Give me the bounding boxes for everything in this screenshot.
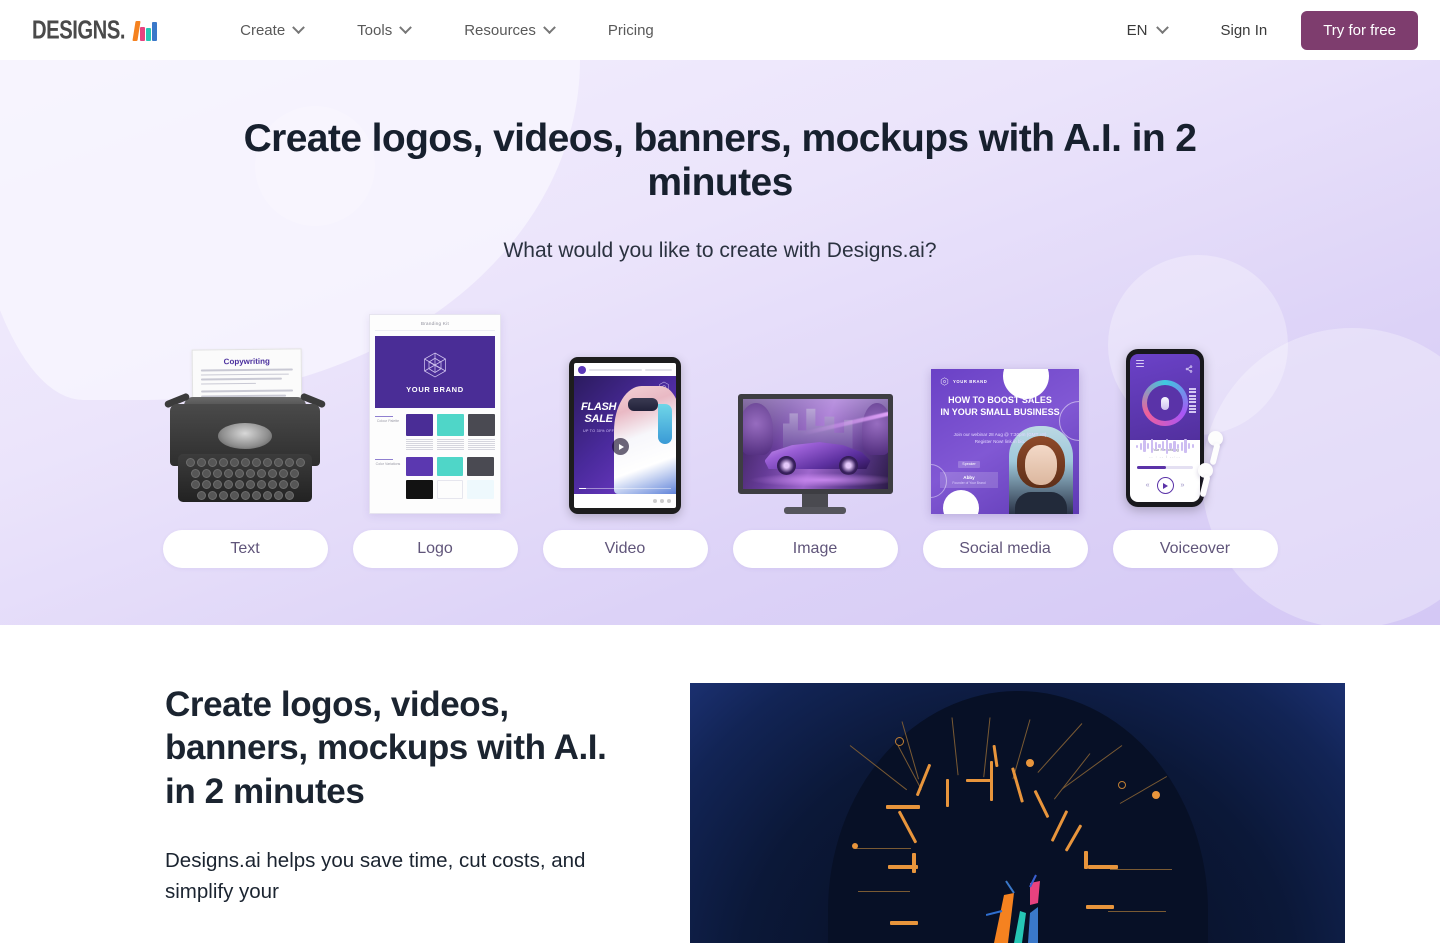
main-navigation: Create Tools Resources Pricing xyxy=(213,20,681,39)
chevron-down-icon xyxy=(1155,20,1169,34)
category-label: Image xyxy=(792,540,838,558)
post-headline: HOW TO BOOST SALES IN YOUR SMALL BUSINES… xyxy=(940,395,1060,417)
promo-sub: UP TO 30% OFF xyxy=(583,429,615,434)
nav-label: Resources xyxy=(464,21,536,39)
nav-item-resources[interactable]: Resources xyxy=(437,20,581,39)
playback-progress[interactable] xyxy=(1137,466,1193,470)
play-icon[interactable] xyxy=(1156,477,1174,495)
nav-item-create[interactable]: Create xyxy=(213,20,330,39)
hero-title: Create logos, videos, banners, mockups w… xyxy=(243,117,1197,205)
earbud-icon xyxy=(1208,431,1223,447)
branding-kit-thumbnail: Branding Kit YOUR BRAND Colour Palette C… xyxy=(340,309,530,515)
ai-circuit-illustration xyxy=(690,683,1345,943)
brand-hexagon-icon xyxy=(420,350,450,380)
avatar xyxy=(578,365,586,374)
variations-label: Color Variations xyxy=(375,457,401,499)
hero-subtitle: What would you like to create with Desig… xyxy=(503,239,937,263)
ai-logo-mark-icon xyxy=(132,19,158,41)
play-icon[interactable] xyxy=(612,438,629,456)
vr-headset xyxy=(628,398,658,412)
menu-icon[interactable] xyxy=(1136,360,1144,369)
post-details: Join our webinar 28 Aug @ 7:30pm (GMT +8… xyxy=(953,432,1047,445)
category-pill-logo[interactable]: Logo xyxy=(352,530,518,569)
category-card-row: Copywriting Text Branding Kit YOUR BRAND… xyxy=(0,309,1440,569)
try-for-free-button[interactable]: Try for free xyxy=(1301,10,1418,50)
language-selector[interactable]: EN xyxy=(1107,20,1187,39)
branding-sheet-title: Branding Kit xyxy=(375,321,495,332)
category-label: Text xyxy=(230,540,260,558)
category-pill-text[interactable]: Text xyxy=(162,530,328,569)
category-pill-social-media[interactable]: Social media xyxy=(922,530,1088,569)
level-meter xyxy=(1189,388,1196,414)
category-pill-voiceover[interactable]: Voiceover xyxy=(1112,530,1278,569)
category-label: Voiceover xyxy=(1159,540,1231,558)
promo-line-1: FLASH xyxy=(581,401,617,414)
phone-thumbnail: Your Recording -- : -- / --:-- « » xyxy=(1100,309,1290,514)
speaker-role: Founder of Your Brand xyxy=(952,481,986,486)
share-icon[interactable] xyxy=(1185,360,1193,373)
brand-hexagon-icon xyxy=(940,377,949,386)
promo-line-2: SALE xyxy=(584,412,613,425)
post-footer xyxy=(574,494,676,508)
nav-label: Tools xyxy=(357,21,393,39)
forward-icon[interactable]: » xyxy=(1181,482,1185,489)
sign-in-link[interactable]: Sign In xyxy=(1187,22,1302,39)
category-card-text[interactable]: Copywriting Text xyxy=(150,309,340,569)
video-progress-bar[interactable] xyxy=(579,487,671,490)
speaker-block: Speaker Abby Founder of Your Brand xyxy=(940,452,998,489)
post-brand: YOUR BRAND xyxy=(940,377,987,386)
site-logo[interactable]: DESIGNS. xyxy=(32,14,158,45)
palette-label: Colour Palette xyxy=(375,414,401,450)
category-card-social-media[interactable]: YOUR BRAND HOW TO BOOST SALES IN YOUR SM… xyxy=(910,309,1100,569)
microphone-icon xyxy=(1142,380,1188,427)
typewriter-thumbnail: Copywriting xyxy=(150,309,340,514)
logo-text: DESIGNS. xyxy=(32,14,126,45)
track-time: -- : -- / --:-- xyxy=(1149,455,1181,460)
hero-section: Create logos, videos, banners, mockups w… xyxy=(0,60,1440,625)
category-label: Logo xyxy=(417,540,453,558)
brand-name: YOUR BRAND xyxy=(953,379,988,385)
category-card-voiceover[interactable]: Your Recording -- : -- / --:-- « » xyxy=(1100,309,1290,569)
category-card-image[interactable]: Image xyxy=(720,309,910,569)
nav-item-pricing[interactable]: Pricing xyxy=(581,22,681,39)
section-heading: Create logos, videos, banners, mockups w… xyxy=(165,685,607,811)
nav-label: Pricing xyxy=(607,21,654,39)
category-pill-image[interactable]: Image xyxy=(732,530,898,569)
site-header: DESIGNS. Create Tools Resources Pricing … xyxy=(0,0,1440,60)
brand-name-text: YOUR BRAND xyxy=(406,385,464,395)
category-pill-video[interactable]: Video xyxy=(542,530,708,569)
chevron-down-icon xyxy=(543,20,556,34)
monitor-thumbnail xyxy=(720,309,910,515)
section-paragraph: Designs.ai helps you save time, cut cost… xyxy=(165,849,586,904)
chevron-down-icon xyxy=(292,20,306,34)
category-label: Social media xyxy=(959,540,1051,558)
color-palette-swatches xyxy=(406,414,495,451)
waveform xyxy=(1136,438,1195,454)
monitor-screen xyxy=(737,394,893,495)
category-card-logo[interactable]: Branding Kit YOUR BRAND Colour Palette C… xyxy=(340,309,530,569)
tablet-thumbnail: YOUR BRAND FLASH SALE UP TO 30% OFF xyxy=(530,309,720,515)
video-frame: YOUR BRAND FLASH SALE UP TO 30% OFF xyxy=(574,376,676,495)
rewind-icon[interactable]: « xyxy=(1146,482,1150,489)
chevron-down-icon xyxy=(399,20,413,34)
features-section: Create logos, videos, banners, mockups w… xyxy=(0,625,1440,943)
earbud-icon xyxy=(1198,463,1213,479)
language-label: EN xyxy=(1126,21,1148,39)
speaker-label: Speaker xyxy=(958,460,980,468)
social-post-thumbnail: YOUR BRAND HOW TO BOOST SALES IN YOUR SM… xyxy=(910,309,1100,515)
ai-logo-glyph-icon xyxy=(985,853,1050,943)
nav-label: Create xyxy=(240,21,286,39)
post-header xyxy=(574,363,676,376)
document-title: Copywriting xyxy=(223,356,270,367)
category-label: Video xyxy=(604,540,646,558)
category-card-video[interactable]: YOUR BRAND FLASH SALE UP TO 30% OFF xyxy=(530,309,720,569)
logo-variation-swatches xyxy=(406,457,495,500)
speaker-name: Abby xyxy=(963,475,975,481)
nav-item-tools[interactable]: Tools xyxy=(330,20,437,39)
header-actions: EN Sign In Try for free xyxy=(1107,10,1440,50)
